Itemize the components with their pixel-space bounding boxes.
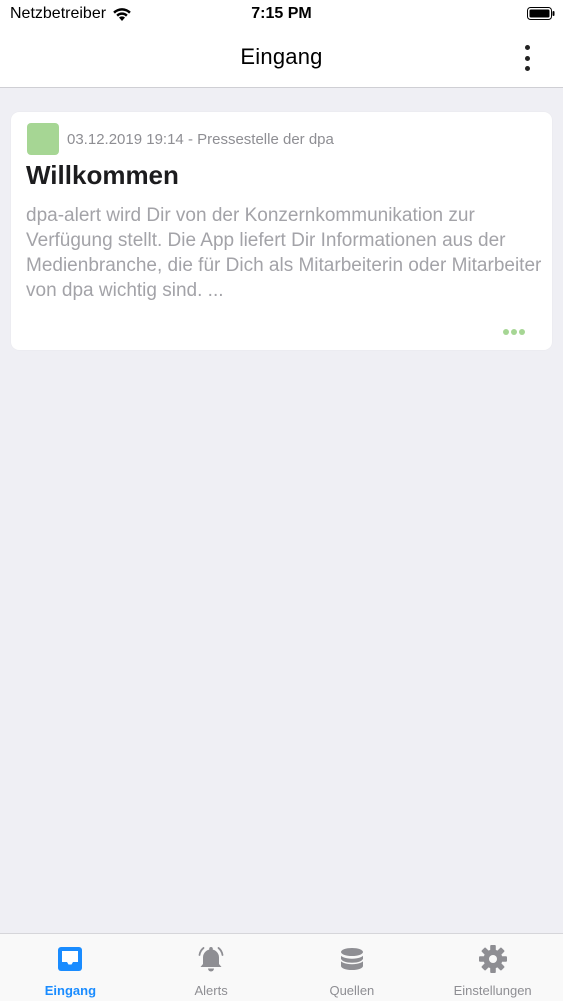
more-dot-icon [524, 45, 530, 50]
message-more-icon[interactable] [503, 329, 525, 335]
tab-quellen[interactable]: Quellen [282, 934, 423, 1001]
status-bar: Netzbetreiber 7:15 PM [0, 0, 563, 30]
status-time: 7:15 PM [251, 5, 312, 22]
tab-label: Alerts [194, 983, 228, 998]
page-title: Eingang [240, 44, 323, 69]
more-dot-icon [524, 66, 530, 71]
more-dot-icon [524, 55, 530, 61]
tab-bar: Eingang Alerts Quellen Einstellungen [0, 933, 563, 1001]
message-excerpt: dpa-alert wird Dir von der Konzernkommun… [26, 205, 542, 301]
tab-alerts[interactable]: Alerts [141, 934, 282, 1001]
battery-icon [527, 7, 555, 20]
inbox-icon [55, 944, 85, 974]
message-title: Willkommen [26, 160, 179, 190]
navigation-bar: Eingang [0, 30, 563, 88]
tab-label: Eingang [44, 983, 97, 998]
tab-einstellungen[interactable]: Einstellungen [422, 934, 563, 1001]
gear-icon [478, 944, 508, 974]
bell-icon [196, 944, 226, 974]
tab-eingang[interactable]: Eingang [0, 934, 141, 1001]
more-options-button[interactable] [521, 45, 533, 71]
tab-label: Einstellungen [453, 983, 532, 998]
database-icon [337, 944, 367, 974]
source-badge-icon [27, 123, 59, 155]
message-meta: 03.12.2019 19:14 - Pressestelle der dpa [67, 131, 334, 148]
message-card[interactable]: 03.12.2019 19:14 - Pressestelle der dpa … [11, 112, 552, 350]
tab-label: Quellen [329, 983, 375, 998]
